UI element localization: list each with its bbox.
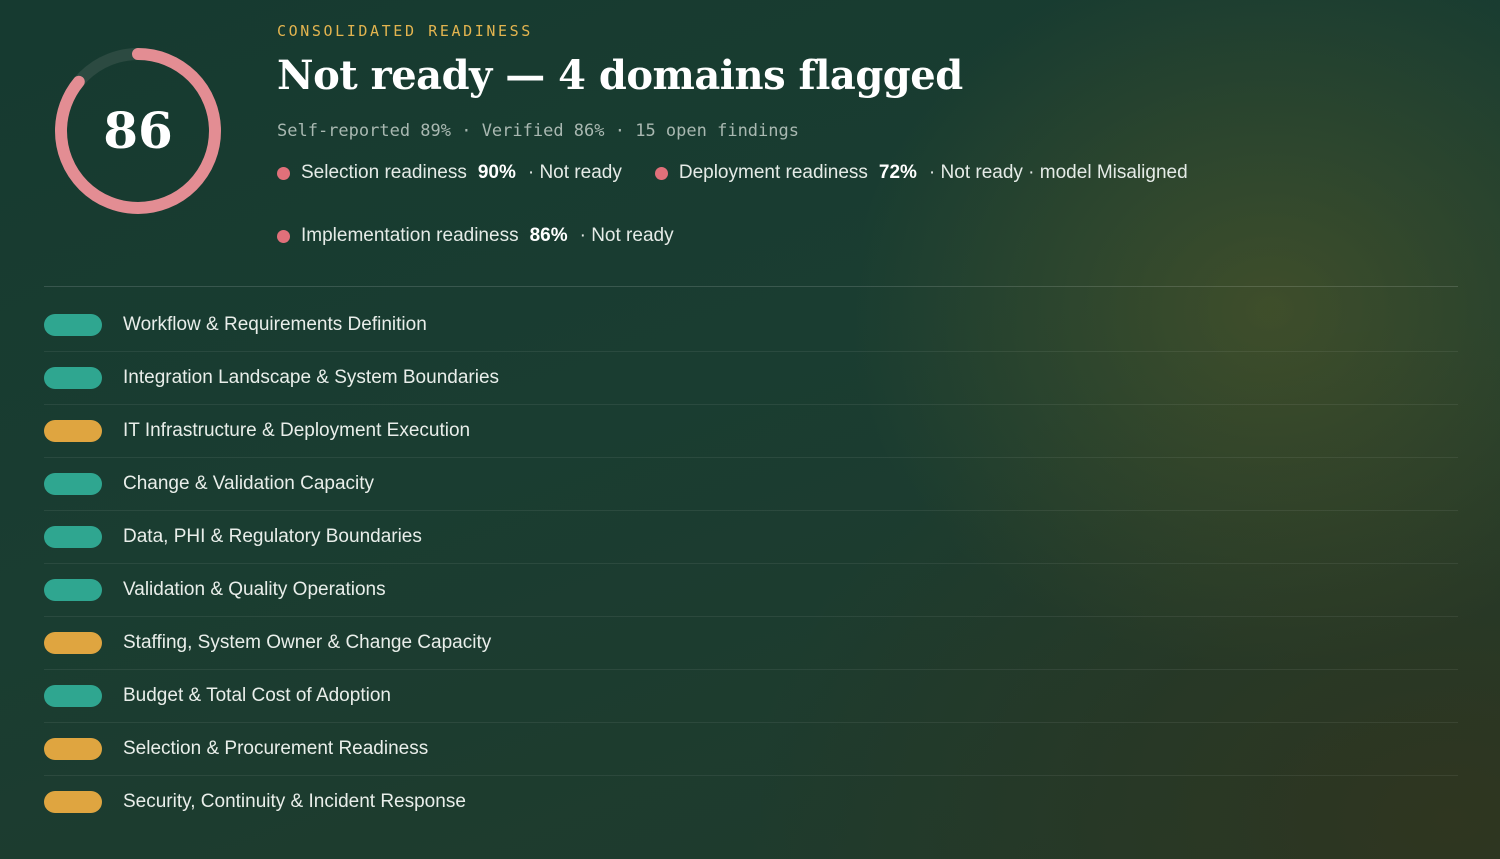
section-divider [44, 286, 1458, 287]
list-item[interactable]: Staffing, System Owner & Change Capacity [44, 617, 1458, 670]
status-pill-icon [44, 314, 102, 336]
list-item[interactable]: Selection & Procurement Readiness [44, 723, 1458, 776]
list-item[interactable]: Data, PHI & Regulatory Boundaries [44, 511, 1458, 564]
domain-name: Staffing, System Owner & Change Capacity [123, 632, 492, 653]
list-item[interactable]: Security, Continuity & Incident Response [44, 776, 1458, 828]
domain-name: Selection & Procurement Readiness [123, 738, 429, 759]
domain-name: IT Infrastructure & Deployment Execution [123, 420, 471, 441]
readiness-score-value: 86 [103, 101, 173, 160]
status-pill-icon [44, 526, 102, 548]
status-pill-icon [44, 367, 102, 389]
readiness-row-secondary: Implementation readiness 86% · Not ready [277, 225, 707, 247]
list-item[interactable]: Workflow & Requirements Definition [44, 299, 1458, 352]
status-pill-icon [44, 632, 102, 654]
readiness-label: Selection readiness [301, 162, 467, 183]
readiness-row-primary: Selection readiness 90% · Not ready Depl… [277, 162, 1221, 184]
readiness-percent: 90% [477, 162, 516, 183]
list-item[interactable]: IT Infrastructure & Deployment Execution [44, 405, 1458, 458]
status-dot-icon [277, 166, 290, 180]
status-pill-icon [44, 738, 102, 760]
readiness-stats: Self-reported 89% · Verified 86% · 15 op… [277, 121, 799, 141]
domain-name: Validation & Quality Operations [123, 579, 386, 600]
domain-list: Workflow & Requirements Definition Integ… [44, 299, 1458, 828]
list-item[interactable]: Budget & Total Cost of Adoption [44, 670, 1458, 723]
list-item[interactable]: Validation & Quality Operations [44, 564, 1458, 617]
readiness-label: Implementation readiness [301, 225, 519, 246]
page-title: Not ready — 4 domains flagged [277, 52, 963, 99]
list-item[interactable]: Integration Landscape & System Boundarie… [44, 352, 1458, 405]
status-pill-icon [44, 420, 102, 442]
domain-name: Integration Landscape & System Boundarie… [123, 367, 500, 388]
status-pill-icon [44, 579, 102, 601]
status-dot-icon [654, 166, 668, 180]
readiness-percent: 72% [878, 162, 917, 183]
domain-name: Security, Continuity & Incident Response [123, 791, 466, 812]
status-pill-icon [44, 473, 102, 495]
domain-name: Workflow & Requirements Definition [123, 314, 427, 335]
section-eyebrow: CONSOLIDATED READINESS [277, 22, 533, 40]
readiness-status: · Not ready [579, 225, 674, 246]
status-pill-icon [44, 791, 102, 813]
status-pill-icon [44, 685, 102, 707]
readiness-header: 86 CONSOLIDATED READINESS Not ready — 4 … [0, 0, 1500, 286]
readiness-status: · Not ready [527, 162, 622, 183]
readiness-percent: 86% [529, 225, 568, 246]
domain-name: Data, PHI & Regulatory Boundaries [123, 526, 422, 547]
domain-name: Budget & Total Cost of Adoption [123, 685, 391, 706]
readiness-item-implementation: Implementation readiness 86% · Not ready [277, 225, 674, 247]
list-item[interactable]: Change & Validation Capacity [44, 458, 1458, 511]
domain-name: Change & Validation Capacity [123, 473, 375, 494]
readiness-item-selection: Selection readiness 90% · Not ready [277, 162, 622, 184]
readiness-label: Deployment readiness [678, 162, 868, 183]
readiness-score-ring: 86 [54, 47, 222, 215]
status-dot-icon [277, 229, 290, 243]
readiness-item-deployment: Deployment readiness 72% · Not ready · m… [654, 162, 1188, 184]
readiness-status: · Not ready · model Misaligned [928, 162, 1188, 183]
